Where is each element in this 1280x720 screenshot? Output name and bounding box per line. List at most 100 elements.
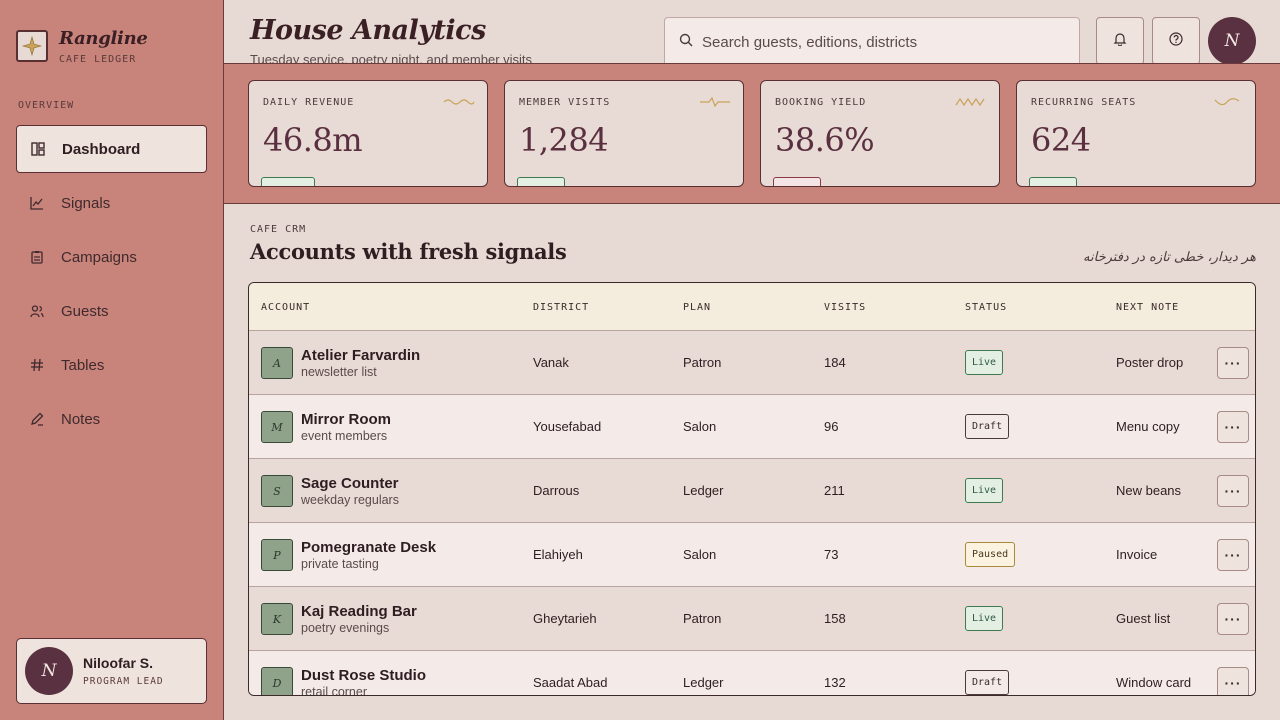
account-subtitle: weekday regulars <box>301 493 399 507</box>
sidebar-item-campaigns[interactable]: Campaigns <box>16 233 207 281</box>
row-actions-button[interactable]: ··· <box>1217 539 1249 571</box>
account-subtitle: poetry evenings <box>301 621 390 635</box>
users-icon <box>29 303 45 319</box>
plan-cell: Ledger <box>683 675 724 690</box>
account-name[interactable]: Mirror Room <box>301 411 391 428</box>
column-header-account[interactable]: ACCOUNT <box>261 302 310 313</box>
account-name[interactable]: Pomegranate Desk <box>301 539 436 556</box>
avatar: N <box>25 647 73 695</box>
account-monogram: M <box>261 411 293 443</box>
clipboard-icon <box>29 249 45 265</box>
column-header-district[interactable]: DISTRICT <box>533 302 589 313</box>
kpi-label: RECURRING SEATS <box>1031 97 1137 108</box>
bell-icon <box>1113 32 1127 51</box>
kpi-value: 38.6% <box>775 121 875 159</box>
plan-cell: Patron <box>683 355 722 370</box>
kpi-label: DAILY REVENUE <box>263 97 355 108</box>
kpi-value: 1,284 <box>519 121 609 159</box>
user-role: PROGRAM LEAD <box>83 676 164 687</box>
table-row[interactable]: M Mirror Room event members Yousefabad Salon… <box>249 395 1255 459</box>
search-input[interactable] <box>702 33 1062 51</box>
sidebar-item-label: Guests <box>61 302 109 320</box>
account-subtitle: retail corner <box>301 685 367 696</box>
table-header: ACCOUNT DISTRICT PLAN VISITS STATUS NEXT… <box>249 283 1255 331</box>
account-name[interactable]: Sage Counter <box>301 475 399 492</box>
plan-cell: Salon <box>683 547 717 562</box>
sidebar: Rangline CAFE LEDGER OVERVIEW Dashboard … <box>0 0 224 720</box>
nav-section-label: OVERVIEW <box>18 100 75 111</box>
kpi-delta-badge <box>773 177 821 186</box>
next-note-cell: Menu copy <box>1116 419 1180 434</box>
table-row[interactable]: K Kaj Reading Bar poetry evenings Gheytarie… <box>249 587 1255 651</box>
page-title: House Analytics <box>250 15 486 46</box>
sidebar-item-label: Dashboard <box>62 140 141 158</box>
sparkline-icon <box>955 97 985 107</box>
account-monogram: K <box>261 603 293 635</box>
column-header-visits[interactable]: VISITS <box>824 302 866 313</box>
pen-icon <box>29 411 45 427</box>
column-header-plan[interactable]: PLAN <box>683 302 711 313</box>
table-row[interactable]: P Pomegranate Desk private tasting Elahiyeh… <box>249 523 1255 587</box>
plan-cell: Ledger <box>683 483 724 498</box>
row-actions-button[interactable]: ··· <box>1217 475 1249 507</box>
kpi-card-booking-yield[interactable]: BOOKING YIELD 38.6% <box>760 80 1000 187</box>
brand[interactable]: Rangline CAFE LEDGER <box>16 28 148 65</box>
district-cell: Saadat Abad <box>533 675 608 690</box>
district-cell: Darrous <box>533 483 580 498</box>
plan-cell: Patron <box>683 611 722 626</box>
account-name[interactable]: Dust Rose Studio <box>301 667 426 684</box>
next-note-cell: Poster drop <box>1116 355 1184 370</box>
accounts-table: ACCOUNT DISTRICT PLAN VISITS STATUS NEXT… <box>248 282 1256 696</box>
sidebar-item-notes[interactable]: Notes <box>16 395 207 443</box>
column-header-status[interactable]: STATUS <box>965 302 1007 313</box>
sidebar-item-label: Tables <box>61 356 105 374</box>
visits-cell: 211 <box>824 483 845 498</box>
header-avatar[interactable]: N <box>1208 17 1256 63</box>
account-name[interactable]: Atelier Farvardin <box>301 347 420 364</box>
district-cell: Vanak <box>533 355 569 370</box>
status-badge: Live <box>965 478 1004 503</box>
brand-subtitle: CAFE LEDGER <box>59 54 137 65</box>
sidebar-item-tables[interactable]: Tables <box>16 341 207 389</box>
search-box[interactable] <box>664 17 1080 63</box>
more-icon: ··· <box>1224 547 1242 563</box>
column-header-next-note[interactable]: NEXT NOTE <box>1116 302 1179 313</box>
table-row[interactable]: D Dust Rose Studio retail corner Saadat Aba… <box>249 651 1255 696</box>
kpi-card-member-visits[interactable]: MEMBER VISITS 1,284 <box>504 80 744 187</box>
search-icon <box>679 33 693 52</box>
next-note-cell: Guest list <box>1116 611 1171 626</box>
row-actions-button[interactable]: ··· <box>1217 667 1249 695</box>
account-monogram: P <box>261 539 293 571</box>
next-note-cell: Invoice <box>1116 547 1158 562</box>
row-actions-button[interactable]: ··· <box>1217 347 1249 379</box>
kpi-card-daily-revenue[interactable]: DAILY REVENUE 46.8m <box>248 80 488 187</box>
row-actions-button[interactable]: ··· <box>1217 411 1249 443</box>
account-subtitle: private tasting <box>301 557 379 571</box>
kpi-value: 624 <box>1031 121 1091 159</box>
row-actions-button[interactable]: ··· <box>1217 603 1249 635</box>
line-chart-icon <box>29 195 45 211</box>
sidebar-item-signals[interactable]: Signals <box>16 179 207 227</box>
more-icon: ··· <box>1224 675 1242 691</box>
persian-note: هر دیدار، خطی تازه در دفترخانه <box>1083 250 1256 265</box>
status-badge: Paused <box>965 542 1016 567</box>
sparkline-icon <box>443 99 475 105</box>
more-icon: ··· <box>1224 419 1242 435</box>
kpi-delta-badge <box>261 177 315 186</box>
sidebar-item-label: Signals <box>61 194 111 212</box>
account-subtitle: newsletter list <box>301 365 377 379</box>
account-name[interactable]: Kaj Reading Bar <box>301 603 417 620</box>
help-button[interactable] <box>1152 17 1200 63</box>
status-badge: Live <box>965 606 1004 631</box>
table-row[interactable]: A Atelier Farvardin newsletter list Vanak Pa… <box>249 331 1255 395</box>
user-card[interactable]: N Niloofar S. PROGRAM LEAD <box>16 638 207 704</box>
kpi-card-recurring-seats[interactable]: RECURRING SEATS 624 <box>1016 80 1256 187</box>
sparkline-icon <box>1214 98 1240 106</box>
notifications-button[interactable] <box>1096 17 1144 63</box>
sidebar-item-dashboard[interactable]: Dashboard <box>16 125 207 173</box>
next-note-cell: Window card <box>1116 675 1192 690</box>
table-row[interactable]: S Sage Counter weekday regulars Darrous Ledg… <box>249 459 1255 523</box>
sidebar-item-guests[interactable]: Guests <box>16 287 207 335</box>
status-badge: Live <box>965 350 1004 375</box>
sparkline-icon <box>700 97 730 107</box>
